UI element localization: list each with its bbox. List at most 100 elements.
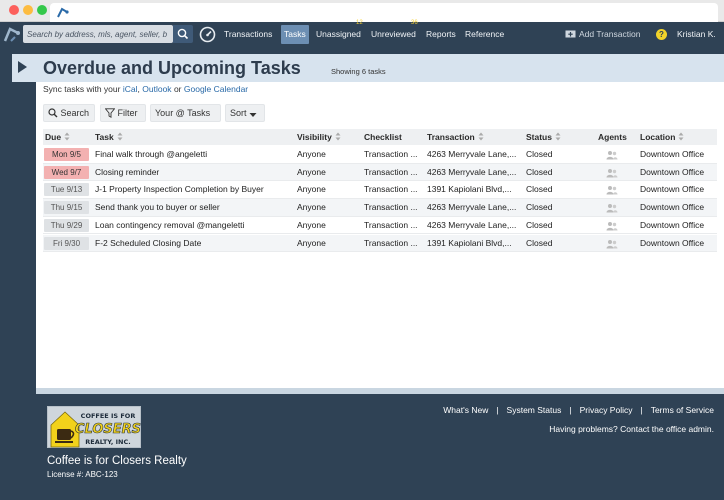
nav-unassigned-label: Unassigned [316,29,361,39]
column-visibility-label: Visibility [297,132,332,142]
agents-icon[interactable] [606,168,618,178]
task-location: Downtown Office [640,149,705,159]
task-checklist[interactable]: Transaction ... [364,164,424,181]
search-tasks-button[interactable]: Search [43,104,95,122]
panel-bottom-edge [36,388,724,394]
table-row[interactable]: Mon 9/5 Final walk through @angeletti An… [43,146,717,164]
nav-unreviewed[interactable]: Unreviewed 36 [368,20,419,44]
task-transaction[interactable]: 4263 Merryvale Lane,... [427,146,523,163]
task-location: Downtown Office [640,237,705,248]
table-row[interactable]: Fri 9/30 F-2 Scheduled Closing Date Anyo… [43,234,717,253]
company-name: Coffee is for Closers Realty [47,455,187,467]
add-transaction-label: Add Transaction [579,29,641,39]
collapse-sidebar-arrow-icon[interactable] [18,61,27,73]
task-status: Closed [526,219,553,230]
user-menu[interactable]: Kristian K. [677,25,716,44]
search-input[interactable] [23,25,171,43]
due-date-badge: Fri 9/30 [44,236,89,250]
task-status: Closed [526,166,553,177]
table-row[interactable]: Tue 9/13 J-1 Property Inspection Complet… [43,181,717,200]
nav-transactions[interactable]: Transactions [221,25,275,44]
task-transaction[interactable]: 1391 Kapiolani Blvd,... [427,235,523,252]
task-visibility: Anyone [297,184,326,195]
system-status-link[interactable]: System Status [507,405,562,415]
google-calendar-link[interactable]: Google Calendar [184,84,248,94]
footer-help-text: Having problems? Contact the office admi… [549,424,714,434]
ical-link[interactable]: iCal [123,84,138,94]
agents-icon[interactable] [606,203,618,213]
task-checklist[interactable]: Transaction ... [364,217,424,234]
task-transaction[interactable]: 4263 Merryvale Lane,... [427,199,523,216]
nav-reference[interactable]: Reference [462,25,507,44]
filter-button[interactable]: Filter [100,104,146,122]
table-row[interactable]: Wed 9/7 Closing reminder Anyone Transact… [43,163,717,182]
maximize-window-button[interactable] [37,5,47,15]
sync-or: or [173,84,182,94]
column-status[interactable]: Status [526,129,561,145]
calendar-sync-line: Sync tasks with your iCal, Outlook or Go… [43,84,248,94]
browser-tab[interactable] [50,3,718,22]
task-name[interactable]: J-1 Property Inspection Completion by Bu… [95,181,293,198]
app-logo-icon[interactable] [2,24,22,44]
task-name[interactable]: Send thank you to buyer or seller [95,199,293,216]
filter-label: Filter [117,108,138,118]
column-transaction[interactable]: Transaction [427,129,484,145]
minimize-window-button[interactable] [23,5,33,15]
search-button[interactable] [173,25,193,43]
logo-line-main: CLOSERS [75,422,141,437]
task-name[interactable]: F-2 Scheduled Closing Date [95,235,293,252]
task-visibility: Anyone [297,237,326,248]
agents-icon[interactable] [606,221,618,231]
table-row[interactable]: Thu 9/15 Send thank you to buyer or sell… [43,199,717,217]
close-window-button[interactable] [9,5,19,15]
task-name[interactable]: Final walk through @angeletti [95,146,293,163]
column-visibility[interactable]: Visibility [297,129,341,145]
sort-dropdown[interactable]: Sort [225,104,265,122]
sort-arrows-icon [478,132,484,141]
sync-prefix: Sync tasks with your [43,84,121,94]
task-status: Closed [526,202,553,213]
table-row[interactable]: Thu 9/29 Loan contingency removal @mange… [43,217,717,235]
column-location[interactable]: Location [640,129,684,145]
agents-icon[interactable] [606,150,618,160]
coffee-house-logo-icon: COFFEE IS FOR CLOSERS REALTY, INC. [50,411,141,448]
task-transaction[interactable]: 4263 Merryvale Lane,... [427,217,523,234]
outlook-link[interactable]: Outlook [142,84,171,94]
license-number: License #: ABC-123 [47,470,118,479]
due-date-badge: Thu 9/15 [44,201,89,215]
task-name[interactable]: Loan contingency removal @mangeletti [95,217,293,234]
dashboard-gauge-icon[interactable] [199,26,216,43]
column-agents[interactable]: Agents [598,129,627,145]
help-icon[interactable]: ? [656,29,667,40]
task-checklist[interactable]: Transaction ... [364,146,424,163]
search-field[interactable] [23,25,173,43]
unassigned-count-badge: 12 [356,20,363,26]
whats-new-link[interactable]: What's New [443,405,488,415]
task-checklist[interactable]: Transaction ... [364,181,424,198]
unreviewed-count-badge: 36 [411,20,418,26]
page-title: Overdue and Upcoming Tasks [43,58,301,78]
agents-icon[interactable] [606,239,618,249]
task-name[interactable]: Closing reminder [95,164,293,181]
nav-tasks[interactable]: Tasks [281,25,309,44]
task-checklist[interactable]: Transaction ... [364,235,424,252]
column-due[interactable]: Due [45,129,70,145]
nav-unassigned[interactable]: Unassigned 12 [313,20,364,44]
column-task[interactable]: Task [95,129,123,145]
sort-label: Sort [230,108,247,118]
privacy-policy-link[interactable]: Privacy Policy [580,405,633,415]
task-transaction[interactable]: 1391 Kapiolani Blvd,... [427,181,523,198]
add-transaction-button[interactable]: Add Transaction [565,25,640,44]
add-folder-icon [565,30,576,38]
task-checklist[interactable]: Transaction ... [364,199,424,216]
caret-down-icon [249,113,257,117]
task-transaction[interactable]: 4263 Merryvale Lane,... [427,164,523,181]
column-checklist[interactable]: Checklist [364,129,402,145]
nav-reports[interactable]: Reports [423,25,459,44]
footer-links: What's New | System Status | Privacy Policy |… [443,405,714,415]
terms-of-service-link[interactable]: Terms of Service [651,405,714,415]
task-visibility: Anyone [297,166,326,177]
agents-icon[interactable] [606,185,618,195]
your-tasks-button[interactable]: Your @ Tasks [150,104,221,122]
task-location: Downtown Office [640,219,705,230]
